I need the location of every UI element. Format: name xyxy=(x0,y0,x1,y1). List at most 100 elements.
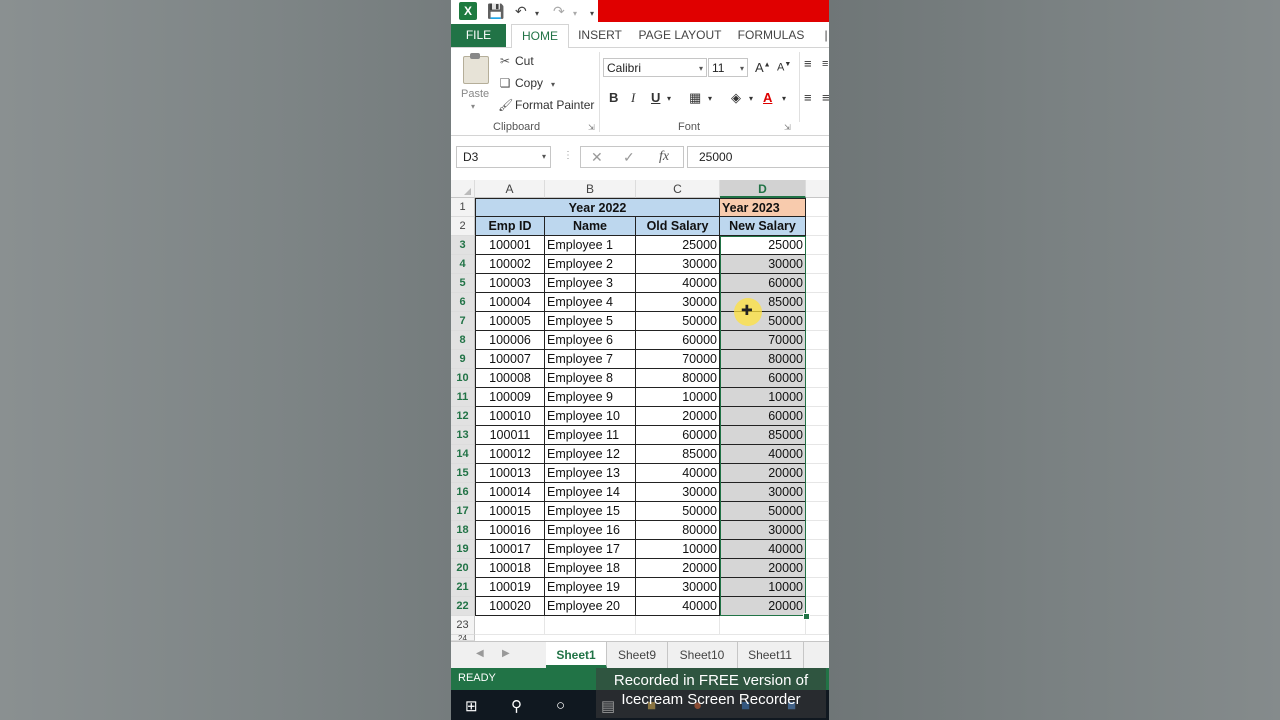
emp-id-cell[interactable]: 100016 xyxy=(475,521,545,540)
new-salary-cell[interactable]: 10000 xyxy=(720,578,806,597)
redo-dropdown-icon[interactable]: ▾ xyxy=(573,6,577,22)
emp-id-cell[interactable]: 100001 xyxy=(475,236,545,255)
tab-home[interactable]: HOME xyxy=(511,24,569,49)
new-salary-cell[interactable]: 30000 xyxy=(720,483,806,502)
align-center-icon[interactable]: ≡ xyxy=(822,90,829,105)
row-header[interactable]: 6 xyxy=(451,293,475,312)
align-middle-icon[interactable]: ≡ xyxy=(822,58,828,70)
paste-icon[interactable] xyxy=(463,53,489,84)
cut-button[interactable]: ✂ Cut xyxy=(498,54,534,68)
borders-icon[interactable]: ▦ xyxy=(689,90,701,106)
emp-id-cell[interactable]: 100010 xyxy=(475,407,545,426)
emp-id-cell[interactable]: 100019 xyxy=(475,578,545,597)
old-salary-cell[interactable]: 50000 xyxy=(636,312,720,331)
emp-id-cell[interactable]: 100014 xyxy=(475,483,545,502)
empty-cell[interactable] xyxy=(806,540,829,559)
tab-insert[interactable]: INSERT xyxy=(575,24,625,47)
old-salary-cell[interactable]: 30000 xyxy=(636,483,720,502)
tab-page-layout[interactable]: PAGE LAYOUT xyxy=(637,24,723,47)
sheet-tab-sheet9[interactable]: Sheet9 xyxy=(607,642,668,668)
empty-cell[interactable] xyxy=(806,559,829,578)
row-header[interactable]: 10 xyxy=(451,369,475,388)
year-2023-header[interactable]: Year 2023 xyxy=(720,198,806,217)
empty-cell[interactable] xyxy=(806,369,829,388)
sheet-tab-sheet10[interactable]: Sheet10 xyxy=(667,642,738,668)
column-header-b[interactable]: B xyxy=(545,180,636,198)
font-launcher-icon[interactable]: ⇲ xyxy=(784,123,791,132)
empty-cell[interactable] xyxy=(806,578,829,597)
new-salary-cell[interactable]: 40000 xyxy=(720,540,806,559)
enter-icon[interactable]: ✓ xyxy=(623,149,635,166)
name-cell[interactable]: Employee 15 xyxy=(545,502,636,521)
redo-icon[interactable]: ↷ xyxy=(553,3,565,19)
row-header[interactable]: 3 xyxy=(451,236,475,255)
cortana-icon[interactable]: ○ xyxy=(556,697,565,714)
sheet-tab-sheet1[interactable]: Sheet1 xyxy=(546,642,607,668)
tab-formulas[interactable]: FORMULAS xyxy=(735,24,807,47)
row-header[interactable]: 15 xyxy=(451,464,475,483)
row-header[interactable]: 18 xyxy=(451,521,475,540)
name-cell[interactable]: Employee 16 xyxy=(545,521,636,540)
new-salary-cell[interactable]: 60000 xyxy=(720,407,806,426)
emp-id-cell[interactable]: 100013 xyxy=(475,464,545,483)
old-salary-cell[interactable]: 20000 xyxy=(636,559,720,578)
font-color-dropdown-icon[interactable]: ▾ xyxy=(782,94,786,103)
name-cell[interactable]: Employee 6 xyxy=(545,331,636,350)
new-salary-cell[interactable]: 30000 xyxy=(720,521,806,540)
row-header[interactable]: 8 xyxy=(451,331,475,350)
row-header[interactable]: 20 xyxy=(451,559,475,578)
empty-cell[interactable] xyxy=(806,502,829,521)
name-cell[interactable]: Employee 12 xyxy=(545,445,636,464)
name-cell[interactable]: Employee 2 xyxy=(545,255,636,274)
name-cell[interactable]: Employee 7 xyxy=(545,350,636,369)
column-header-e[interactable] xyxy=(806,180,829,198)
new-salary-cell[interactable]: 60000 xyxy=(720,369,806,388)
row-header[interactable]: 21 xyxy=(451,578,475,597)
name-cell[interactable]: Employee 10 xyxy=(545,407,636,426)
empty-cell[interactable] xyxy=(806,483,829,502)
old-salary-cell[interactable]: 40000 xyxy=(636,597,720,616)
empty-cell[interactable] xyxy=(545,616,636,635)
emp-id-cell[interactable]: 100004 xyxy=(475,293,545,312)
old-salary-cell[interactable]: 70000 xyxy=(636,350,720,369)
emp-id-header[interactable]: Emp ID xyxy=(475,217,545,236)
name-cell[interactable]: Employee 13 xyxy=(545,464,636,483)
name-cell[interactable]: Employee 8 xyxy=(545,369,636,388)
empty-cell[interactable] xyxy=(806,236,829,255)
empty-cell[interactable] xyxy=(806,293,829,312)
grow-font-button[interactable]: A▲ xyxy=(755,60,771,75)
select-all-corner[interactable] xyxy=(451,180,475,198)
emp-id-cell[interactable]: 100015 xyxy=(475,502,545,521)
row-header[interactable]: 9 xyxy=(451,350,475,369)
new-salary-cell[interactable]: 30000 xyxy=(720,255,806,274)
name-cell[interactable]: Employee 14 xyxy=(545,483,636,502)
new-salary-cell[interactable]: 50000 xyxy=(720,502,806,521)
sheet-tab-sheet11[interactable]: Sheet11 xyxy=(737,642,804,668)
new-salary-cell[interactable]: 40000 xyxy=(720,445,806,464)
row-header[interactable]: 12 xyxy=(451,407,475,426)
old-salary-cell[interactable]: 50000 xyxy=(636,502,720,521)
row-header[interactable]: 23 xyxy=(451,616,475,635)
emp-id-cell[interactable]: 100017 xyxy=(475,540,545,559)
formula-input[interactable]: 25000 xyxy=(687,146,829,168)
empty-cell[interactable] xyxy=(806,426,829,445)
shrink-font-button[interactable]: A▼ xyxy=(777,61,791,74)
emp-id-cell[interactable]: 100005 xyxy=(475,312,545,331)
old-salary-cell[interactable]: 20000 xyxy=(636,407,720,426)
new-salary-cell[interactable]: 50000 xyxy=(720,312,806,331)
old-salary-cell[interactable]: 30000 xyxy=(636,255,720,274)
row-header[interactable]: 17 xyxy=(451,502,475,521)
emp-id-cell[interactable]: 100007 xyxy=(475,350,545,369)
new-salary-cell[interactable]: 70000 xyxy=(720,331,806,350)
old-salary-cell[interactable]: 25000 xyxy=(636,236,720,255)
old-salary-header[interactable]: Old Salary xyxy=(636,217,720,236)
emp-id-cell[interactable]: 100002 xyxy=(475,255,545,274)
column-header-c[interactable]: C xyxy=(636,180,720,198)
emp-id-cell[interactable]: 100018 xyxy=(475,559,545,578)
emp-id-cell[interactable]: 100009 xyxy=(475,388,545,407)
old-salary-cell[interactable]: 30000 xyxy=(636,293,720,312)
empty-cell[interactable] xyxy=(720,616,806,635)
old-salary-cell[interactable]: 30000 xyxy=(636,578,720,597)
windows-start-icon[interactable]: ⊞ xyxy=(465,697,478,715)
new-salary-cell[interactable]: 20000 xyxy=(720,464,806,483)
